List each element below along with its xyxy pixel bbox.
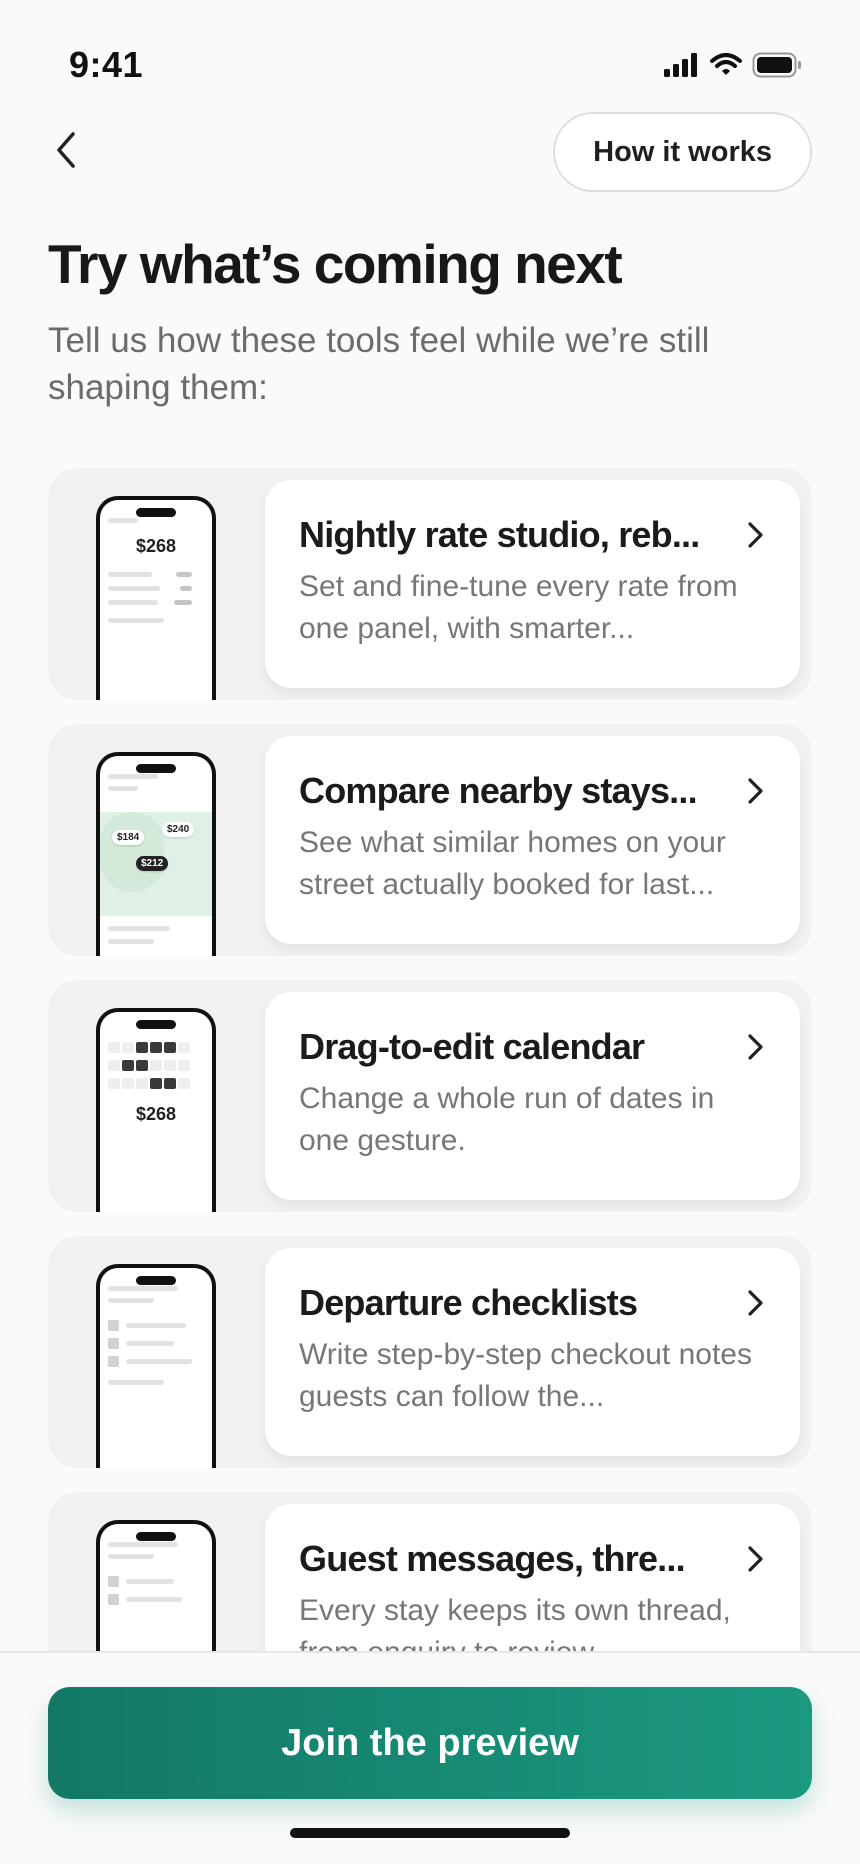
chevron-right-icon xyxy=(748,1290,763,1316)
feature-panel: Nightly rate studio, reb... Set and fine… xyxy=(265,480,800,688)
feature-description: Set and fine-tune every rate from one pa… xyxy=(299,570,738,645)
map-illustration: $184 $240 $212 xyxy=(100,812,212,916)
feature-card-guest-messages[interactable]: Guest messages, thre... Every stay keeps… xyxy=(48,1492,812,1652)
feature-description: Change a whole run of dates in one gestu… xyxy=(299,1082,715,1157)
chevron-left-icon xyxy=(57,132,75,168)
feature-title: Guest messages, thre... xyxy=(299,1538,686,1579)
feature-card-departure-checklists[interactable]: Departure checklists Write step-by-step … xyxy=(48,1236,812,1468)
phone-illustration: $184 $240 $212 xyxy=(96,752,216,956)
feature-panel: Guest messages, thre... Every stay keeps… xyxy=(265,1504,800,1652)
status-bar: 9:41 xyxy=(0,0,860,120)
mock-price: $268 xyxy=(135,536,177,556)
chevron-right-icon xyxy=(748,1546,763,1572)
back-button[interactable] xyxy=(44,128,88,172)
feature-description: See what similar homes on your street ac… xyxy=(299,826,726,901)
feature-description: Write step-by-step checkout notes guests… xyxy=(299,1338,752,1413)
map-price-pin: $184 xyxy=(112,830,145,845)
feature-panel: Departure checklists Write step-by-step … xyxy=(265,1248,800,1456)
mock-price: $268 xyxy=(135,1104,177,1124)
feature-card-calendar[interactable]: $268 Drag-to-edit calendar Change a whol… xyxy=(48,980,812,1212)
chevron-right-icon xyxy=(748,1034,763,1060)
footer: Join the preview xyxy=(0,1651,860,1864)
how-it-works-button[interactable]: How it works xyxy=(553,112,812,192)
feature-title: Nightly rate studio, reb... xyxy=(299,514,700,555)
feature-title: Departure checklists xyxy=(299,1282,638,1323)
status-time: 9:41 xyxy=(69,44,144,85)
feature-title: Drag-to-edit calendar xyxy=(299,1026,645,1067)
feature-description: Every stay keeps its own thread, from en… xyxy=(299,1594,731,1652)
feature-card-rate-studio[interactable]: $268 Nightly rate studio, reb... Set and… xyxy=(48,468,812,700)
page-title: Try what’s coming next xyxy=(48,233,623,295)
cellular-signal-icon xyxy=(664,53,697,77)
phone-illustration xyxy=(96,1264,216,1468)
chevron-right-icon xyxy=(748,522,763,548)
feature-list: $268 Nightly rate studio, reb... Set and… xyxy=(48,468,812,1652)
feature-title: Compare nearby stays... xyxy=(299,770,698,811)
map-price-pin: $212 xyxy=(136,856,169,871)
map-price-pin: $240 xyxy=(162,822,195,837)
status-icons xyxy=(664,52,802,78)
phone-illustration xyxy=(96,1520,216,1652)
feature-panel: Compare nearby stays... See what similar… xyxy=(265,736,800,944)
feature-panel: Drag-to-edit calendar Change a whole run… xyxy=(265,992,800,1200)
phone-illustration: $268 xyxy=(96,1008,216,1212)
join-preview-button[interactable]: Join the preview xyxy=(48,1687,812,1799)
feature-card-compare-nearby[interactable]: $184 $240 $212 Compare nearby stays... S… xyxy=(48,724,812,956)
home-indicator xyxy=(290,1828,570,1838)
phone-illustration: $268 xyxy=(96,496,216,700)
battery-icon xyxy=(752,52,801,78)
wifi-icon xyxy=(710,53,742,75)
chevron-right-icon xyxy=(748,778,763,804)
page-subtitle: Tell us how these tools feel while we’re… xyxy=(48,321,710,407)
